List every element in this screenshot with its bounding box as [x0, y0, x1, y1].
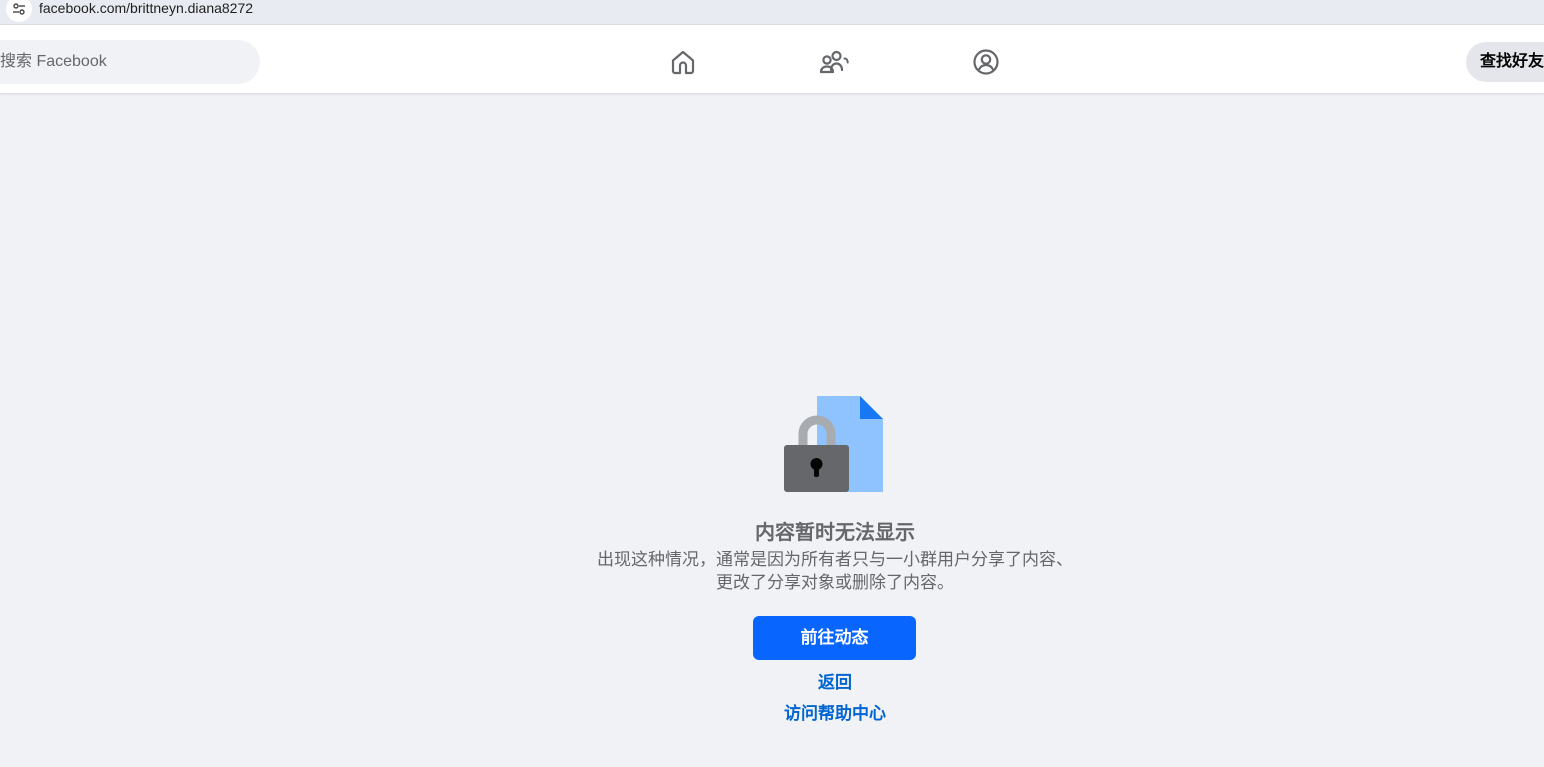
locked-document-icon — [784, 396, 883, 492]
url-text[interactable]: facebook.com/brittneyn.diana8272 — [39, 0, 253, 16]
tune-icon — [13, 3, 25, 15]
find-friends-button[interactable]: 查找好友 — [1466, 42, 1544, 82]
back-link-row: 返回 — [0, 672, 1544, 694]
facebook-header: 搜索 Facebook 查找好友 — [0, 31, 1544, 94]
nav-home-button[interactable] — [667, 46, 699, 78]
go-to-feed-button[interactable]: 前往动态 — [753, 616, 916, 660]
browser-divider — [0, 24, 1544, 31]
nav-profile-button[interactable] — [970, 46, 1002, 78]
search-input[interactable]: 搜索 Facebook — [0, 40, 260, 84]
site-info-button[interactable] — [6, 0, 32, 22]
nav-friends-button[interactable] — [818, 46, 850, 78]
help-center-link[interactable]: 访问帮助中心 — [784, 704, 886, 723]
home-icon — [671, 50, 695, 75]
error-description: 出现这种情况，通常是因为所有者只与一小群用户分享了内容、更改了分享对象或删除了内… — [597, 550, 1073, 592]
friends-icon — [819, 50, 849, 74]
browser-address-bar[interactable]: facebook.com/brittneyn.diana8272 — [0, 0, 1544, 24]
search-placeholder: 搜索 Facebook — [0, 53, 107, 70]
content-unavailable-panel: 内容暂时无法显示 出现这种情况，通常是因为所有者只与一小群用户分享了内容、更改了… — [0, 94, 1544, 767]
profile-icon — [973, 49, 999, 75]
error-title: 内容暂时无法显示 — [755, 522, 915, 544]
help-link-row: 访问帮助中心 — [0, 703, 1544, 725]
back-link[interactable]: 返回 — [818, 673, 852, 692]
